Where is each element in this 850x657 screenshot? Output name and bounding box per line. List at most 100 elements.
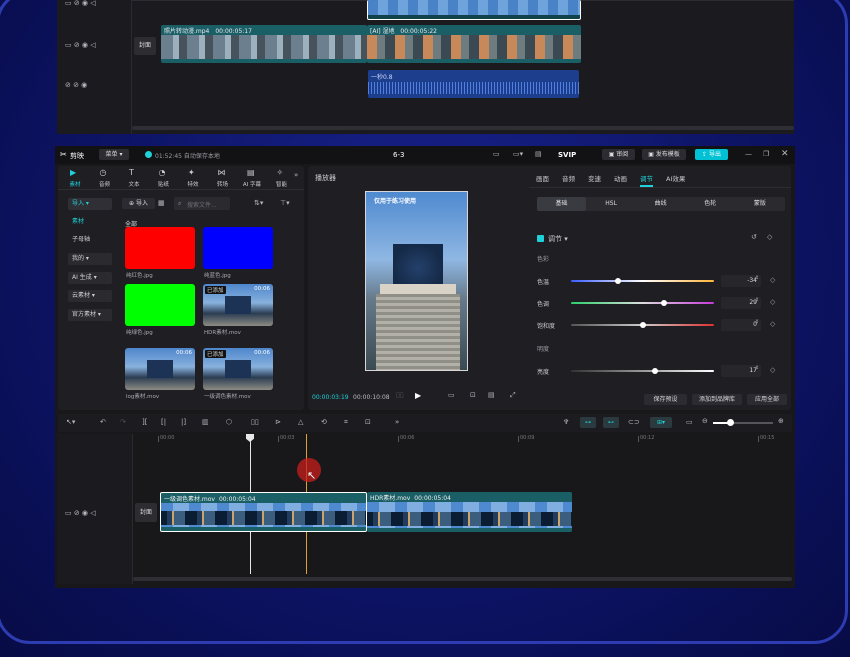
inspector-tab[interactable]: 画面 <box>536 173 549 183</box>
split-right-icon[interactable]: |] <box>181 419 186 426</box>
split-icon[interactable]: ][ <box>142 419 147 426</box>
media-item[interactable]: 纯蓝色.jpg <box>203 227 273 279</box>
minimize-icon[interactable]: — <box>745 151 752 158</box>
media-item[interactable]: 纯绿色.jpg <box>125 284 195 336</box>
stepper-icon[interactable]: ⇕ <box>755 365 759 371</box>
timecode-icon[interactable]: ▯▯ <box>396 392 404 399</box>
import-button[interactable]: ⊕ 导入 <box>122 198 155 209</box>
inspector-tab[interactable]: 音频 <box>562 173 575 183</box>
screen-icon[interactable]: ▭ <box>686 419 693 426</box>
snapshot-icon[interactable]: ⊡ <box>470 392 476 399</box>
preview-axis-icon[interactable]: ⊞▾ <box>650 417 672 428</box>
search-input[interactable]: ⌕ 搜索文件... <box>174 197 230 210</box>
media-nav-item[interactable]: AI 生成 ▾ <box>68 272 112 284</box>
media-nav-item[interactable]: 素材 <box>68 216 112 228</box>
keyframe-icon[interactable]: ◇ <box>770 276 775 284</box>
media-nav-item[interactable]: 云素材 ▾ <box>68 290 112 302</box>
tool-tab-label[interactable]: 音频 <box>92 180 118 188</box>
stepper-icon[interactable]: ⇕ <box>755 319 759 325</box>
keyframe-icon[interactable]: ◇ <box>767 234 772 241</box>
param-knob[interactable] <box>660 300 667 306</box>
cover-button[interactable]: 封面 <box>135 503 157 522</box>
tool-tab-label[interactable]: 贴纸 <box>151 180 177 188</box>
auto-snap-icon[interactable]: ⊷ <box>603 417 619 428</box>
proxy-icon[interactable]: ▤ <box>488 392 495 399</box>
transition-icon[interactable]: ⋈ <box>218 168 226 177</box>
svip-badge[interactable]: SVIP <box>558 151 576 159</box>
media-item[interactable]: 已添加 00:06 一级调色素材.mov <box>203 348 273 400</box>
param-knob[interactable] <box>652 368 659 374</box>
keyframe-icon[interactable]: ◇ <box>770 366 775 374</box>
param-knob[interactable] <box>615 278 622 284</box>
horizontal-scrollbar[interactable] <box>133 577 792 581</box>
horizontal-scrollbar[interactable] <box>132 126 794 130</box>
more-tools-icon[interactable]: » <box>395 419 399 426</box>
inspector-tab[interactable]: 动画 <box>614 173 627 183</box>
adjust-subtab[interactable]: 蒙版 <box>735 197 784 211</box>
split-left-icon[interactable]: [| <box>161 419 166 426</box>
import-nav[interactable]: 导入 ▾ <box>68 198 112 210</box>
main-track-magnet-icon[interactable]: ⊶ <box>580 417 596 428</box>
mic-icon[interactable]: ♆ <box>563 419 569 426</box>
crop-icon[interactable]: ⌗ <box>344 419 348 426</box>
sort-icon[interactable]: ⇅▾ <box>254 200 263 207</box>
play-icon[interactable]: ▶ <box>415 392 421 400</box>
lock-icon[interactable]: ▭ ⊘ ◉ ◁ <box>65 0 96 7</box>
maximize-icon[interactable]: ❐ <box>763 151 769 158</box>
shortcut-icon[interactable]: ▤ <box>535 151 542 158</box>
track-controls[interactable]: ▭ ⊘ ◉ ◁ <box>65 42 96 49</box>
timeline-clip[interactable]: 一级调色素材.mov 00:00:05:04 <box>160 492 367 532</box>
keyframe-icon[interactable]: ◇ <box>770 320 775 328</box>
review-button[interactable]: ▣ 审阅 <box>602 149 635 160</box>
zoom-in-icon[interactable]: ⊕ <box>778 418 784 425</box>
link-icon[interactable]: ⊂⊃ <box>628 419 640 426</box>
media-nav-item[interactable]: 官方素材 ▾ <box>68 309 112 321</box>
adjust-subtab[interactable]: 基础 <box>537 197 586 211</box>
media-icon[interactable]: ▶ <box>70 168 76 177</box>
cover-button[interactable]: 封面 <box>134 37 156 55</box>
resize-icon[interactable]: ⊡ <box>365 419 371 426</box>
reset-icon[interactable]: ↺ <box>751 234 757 241</box>
adjust-subtab[interactable]: 色轮 <box>686 197 735 211</box>
monitor-icon[interactable]: ▭▾ <box>513 151 523 158</box>
tool-tab-label[interactable]: 转场 <box>210 180 236 188</box>
grid-view-icon[interactable]: ▦ <box>158 200 165 207</box>
mirror-icon[interactable]: △ <box>298 419 303 426</box>
inspector-tab[interactable]: AI效果 <box>666 173 685 183</box>
track-controls[interactable]: ▭ ⊘ ◉ ◁ <box>65 510 96 517</box>
layout-icon[interactable]: ▭ <box>493 151 500 158</box>
shield-icon[interactable]: ⬡ <box>226 419 232 426</box>
redo-icon[interactable]: ↷ <box>120 419 126 426</box>
export-button[interactable]: ⇪ 导出 <box>695 149 728 160</box>
sticker-icon[interactable]: ◔ <box>159 168 166 177</box>
param-slider[interactable] <box>571 278 714 284</box>
inspector-action-button[interactable]: 保存预设 <box>644 394 687 405</box>
ratio-icon[interactable]: ▭ <box>448 392 455 399</box>
tool-tab-label[interactable]: 素材 <box>62 180 88 188</box>
close-icon[interactable]: ✕ <box>781 150 789 159</box>
publish-template-button[interactable]: ▣ 发布模板 <box>642 149 686 160</box>
top-video-clip-1[interactable]: 照片转动漫.mp4 00:00:05:17 <box>161 25 367 63</box>
adjust-subtab[interactable]: 曲线 <box>636 197 685 211</box>
rotate-icon[interactable]: ⟲ <box>321 419 327 426</box>
inspector-tab[interactable]: 变速 <box>588 173 601 183</box>
audio-icon[interactable]: ◷ <box>100 168 107 177</box>
media-item[interactable]: 已添加 00:06 HDR素材.mov <box>203 284 273 336</box>
top-video-clip-2[interactable]: [AI] 湿地 00:00:05:22 <box>367 25 581 63</box>
param-slider[interactable] <box>571 368 714 374</box>
inspector-tab[interactable]: 调节 <box>640 173 653 183</box>
effects-icon[interactable]: ✦ <box>188 168 195 177</box>
media-nav-item[interactable]: 我的 ▾ <box>68 253 112 265</box>
adjust-subtab[interactable]: HSL <box>587 197 636 211</box>
more-tabs-icon[interactable]: » <box>294 172 298 179</box>
timeline-clip[interactable]: HDR素材.mov 00:00:05:04 <box>367 492 572 532</box>
enable-checkbox[interactable] <box>537 235 544 242</box>
tool-tab-label[interactable]: 文本 <box>121 180 147 188</box>
media-item[interactable]: 纯红色.jpg <box>125 227 195 279</box>
tool-tab-label[interactable]: AI 字幕 <box>239 180 265 188</box>
delete-icon[interactable]: ▥ <box>202 419 209 426</box>
media-item[interactable]: 00:06 log素材.mov <box>125 348 195 400</box>
media-nav-item[interactable]: 子母轴 <box>68 234 112 246</box>
undo-icon[interactable]: ↶ <box>100 419 106 426</box>
keyframe-icon[interactable]: ◇ <box>770 298 775 306</box>
